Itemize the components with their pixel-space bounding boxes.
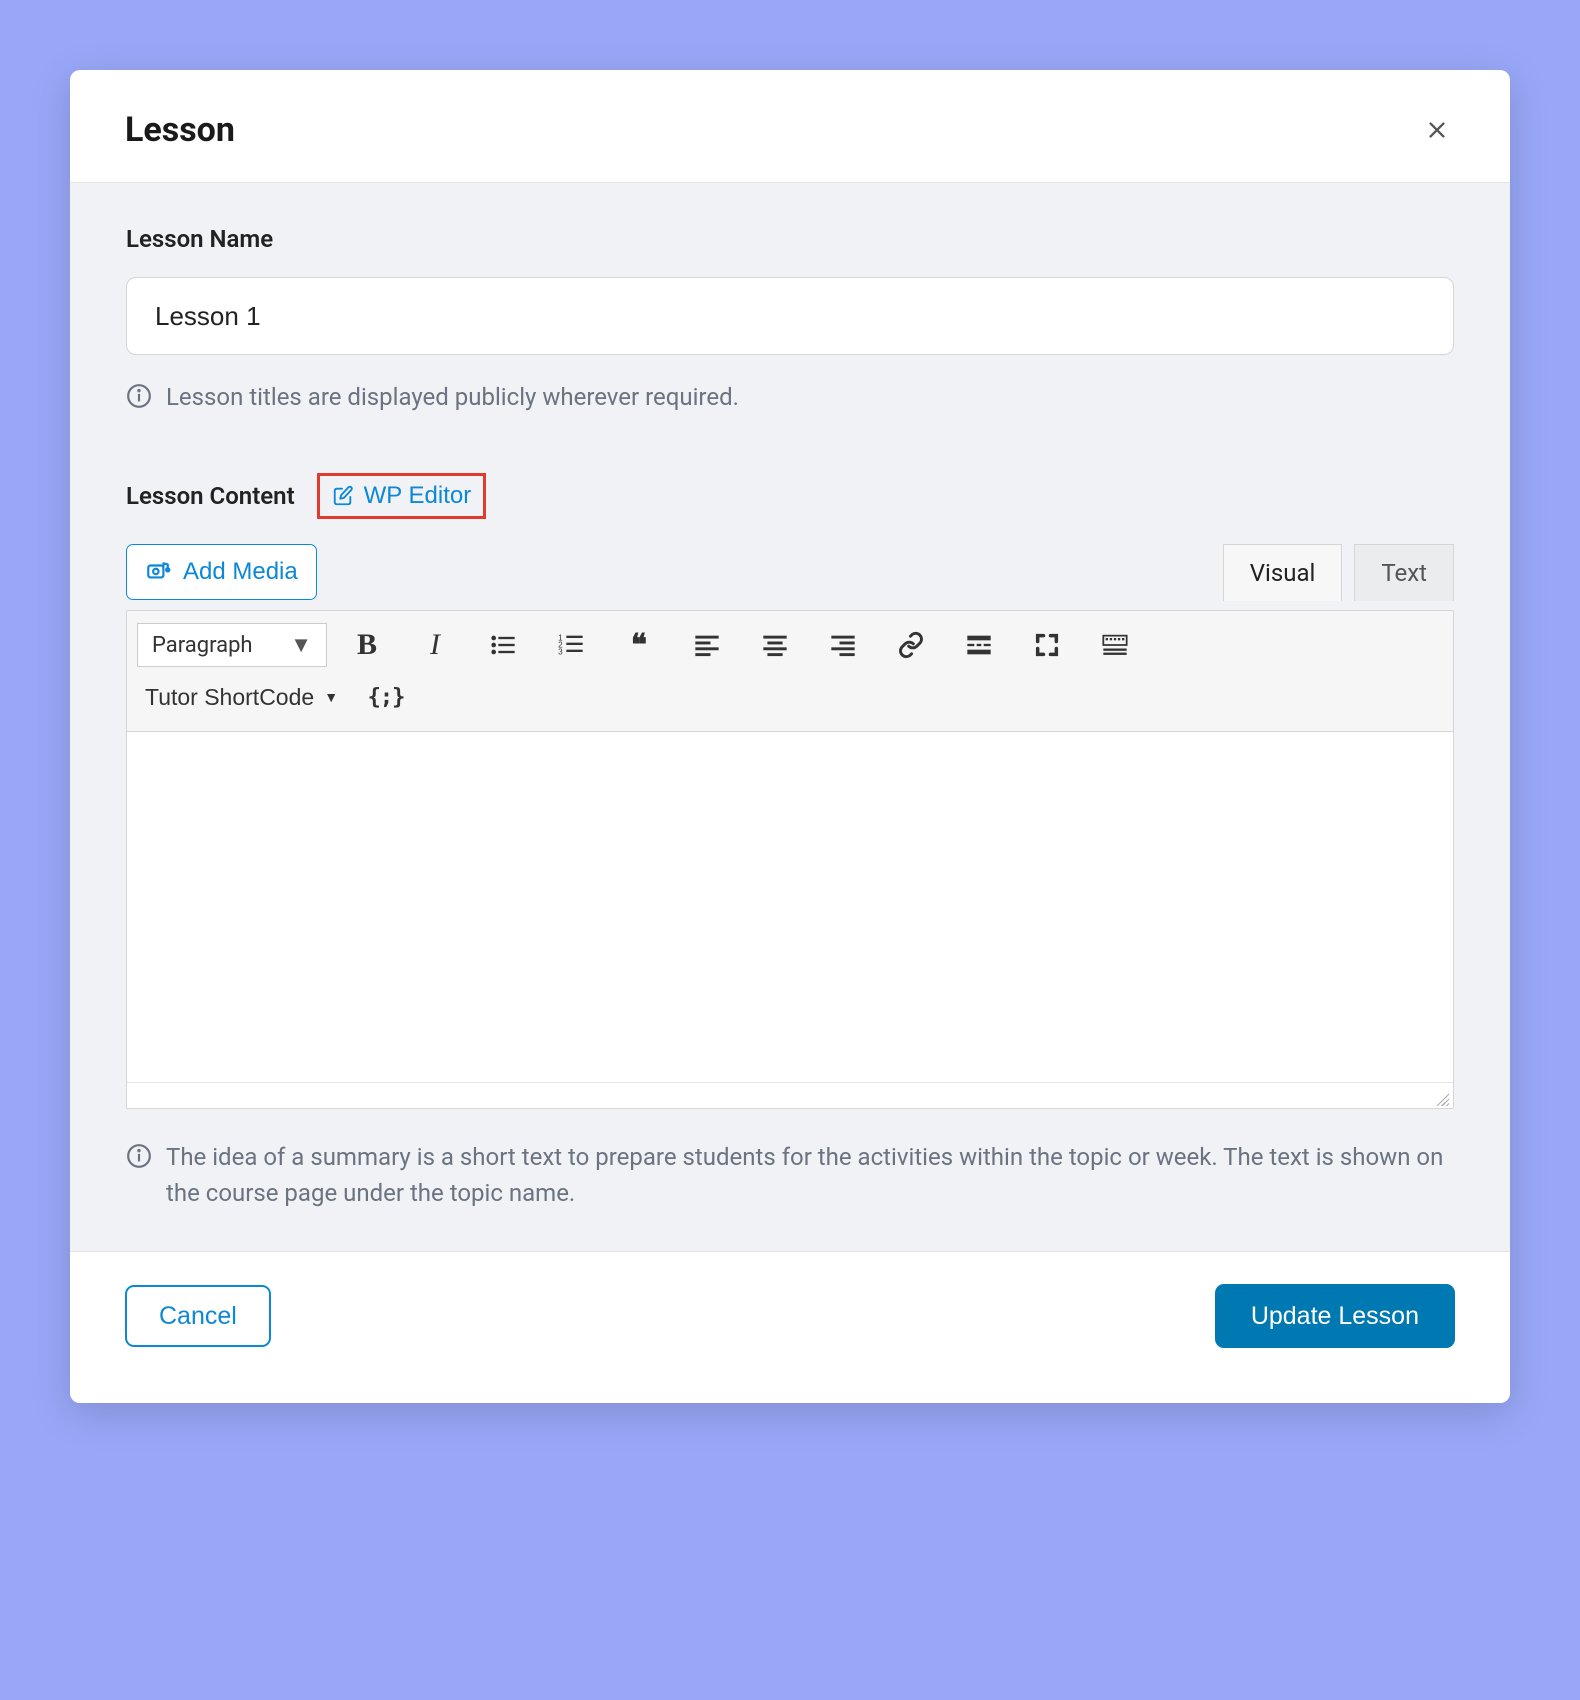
fullscreen-button[interactable] [1025, 623, 1069, 667]
svg-text:3: 3 [558, 647, 563, 656]
editor: Paragraph ▼ B I 123 ❝ [126, 610, 1454, 1109]
cancel-button[interactable]: Cancel [125, 1285, 271, 1347]
align-left-icon [693, 631, 721, 659]
resize-handle[interactable] [1433, 1090, 1449, 1106]
link-icon [897, 631, 925, 659]
align-right-icon [829, 631, 857, 659]
info-icon [126, 383, 152, 409]
lesson-name-hint: Lesson titles are displayed publicly whe… [126, 379, 1454, 415]
align-right-button[interactable] [821, 623, 865, 667]
insert-link-button[interactable] [889, 623, 933, 667]
toolbar-toggle-button[interactable] [1093, 623, 1137, 667]
info-icon [126, 1143, 152, 1169]
align-center-button[interactable] [753, 623, 797, 667]
tab-text[interactable]: Text [1354, 544, 1454, 601]
quote-icon: ❝ [631, 628, 647, 663]
numbered-list-button[interactable]: 123 [549, 623, 593, 667]
blockquote-button[interactable]: ❝ [617, 623, 661, 667]
lesson-modal: Lesson Lesson Name Lesson titles are dis… [70, 70, 1510, 1403]
read-more-icon [965, 631, 993, 659]
fullscreen-icon [1033, 631, 1061, 659]
chevron-down-icon: ▼ [324, 689, 338, 705]
lesson-content-label: Lesson Content [126, 482, 295, 510]
editor-topbar: Add Media Visual Text [126, 543, 1454, 600]
shortcode-insert-button[interactable]: {;} [364, 675, 408, 719]
editor-content-area[interactable] [127, 732, 1453, 1082]
modal-footer: Cancel Update Lesson [70, 1252, 1510, 1403]
numbered-list-icon: 123 [557, 631, 585, 659]
tutor-shortcode-button[interactable]: Tutor ShortCode ▼ [137, 675, 346, 719]
modal-title: Lesson [125, 110, 235, 150]
add-media-button[interactable]: Add Media [126, 544, 317, 600]
bullet-list-icon [489, 631, 517, 659]
paragraph-format-select[interactable]: Paragraph ▼ [137, 623, 327, 667]
editor-statusbar [127, 1082, 1453, 1108]
chevron-down-icon: ▼ [290, 632, 312, 658]
editor-tabs: Visual Text [1223, 544, 1454, 601]
lesson-name-input[interactable] [126, 277, 1454, 355]
bold-button[interactable]: B [345, 623, 389, 667]
editor-toolbar: Paragraph ▼ B I 123 ❝ [127, 611, 1453, 732]
lesson-name-label: Lesson Name [126, 225, 1454, 253]
tab-visual[interactable]: Visual [1223, 544, 1343, 601]
insert-more-button[interactable] [957, 623, 1001, 667]
close-button[interactable] [1419, 112, 1455, 148]
bullet-list-button[interactable] [481, 623, 525, 667]
italic-button[interactable]: I [413, 623, 457, 667]
align-center-icon [761, 631, 789, 659]
camera-music-icon [145, 559, 171, 585]
modal-header: Lesson [70, 70, 1510, 183]
edit-icon [332, 485, 354, 507]
close-icon [1426, 119, 1448, 141]
lesson-content-hint: The idea of a summary is a short text to… [126, 1139, 1454, 1211]
update-lesson-button[interactable]: Update Lesson [1215, 1284, 1455, 1348]
modal-body: Lesson Name Lesson titles are displayed … [70, 183, 1510, 1252]
keyboard-icon [1101, 631, 1129, 659]
wp-editor-button[interactable]: WP Editor [317, 473, 487, 519]
lesson-content-header: Lesson Content WP Editor [126, 473, 1454, 519]
align-left-button[interactable] [685, 623, 729, 667]
